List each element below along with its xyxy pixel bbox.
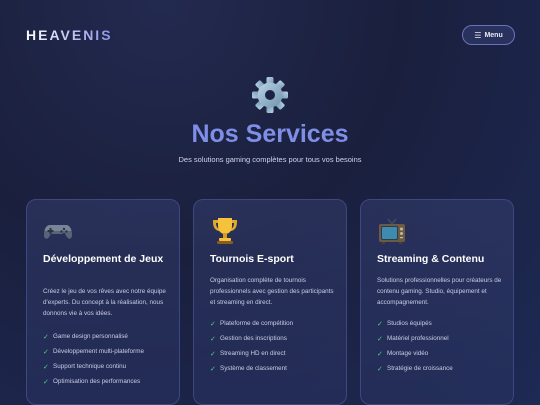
card-description: Créez le jeu de vos rêves avec notre équ… [43,288,166,317]
feature-item: ✓ Studios équipés [377,316,507,331]
feature-label: Support technique continu [53,363,127,370]
feature-item: ✓ Montage vidéo [377,346,507,361]
page-subtitle: Des solutions gaming complètes pour tous… [178,155,362,164]
check-icon: ✓ [43,348,49,356]
feature-label: Plateforme de compétition [220,320,294,327]
feature-item: ✓ Plateforme de compétition [210,316,340,331]
card-title: Streaming & Contenu [377,253,485,265]
trophy-icon [210,216,240,246]
feature-item: ✓ Stratégie de croissance [377,361,507,376]
feature-item: ✓ Optimisation des performances [43,374,173,389]
feature-list: ✓ Game design personnalisé ✓ Développement… [43,329,173,389]
card-title: Tournois E-sport [210,253,294,265]
feature-label: Système de classement [220,365,287,372]
check-icon: ✓ [377,350,383,358]
service-card-game-dev[interactable]: Développement de Jeux Créez le jeu de vo… [26,199,180,405]
page-title: Nos Services [191,120,349,148]
feature-item: ✓ Développement multi-plateforme [43,344,173,359]
feature-label: Optimisation des performances [53,378,141,385]
logo[interactable]: HEAVENIS [26,27,113,43]
feature-label: Gestion des inscriptions [220,335,287,342]
feature-label: Streaming HD en direct [220,350,286,357]
menu-button-label: Menu [484,31,503,39]
gear-icon [249,74,291,116]
feature-label: Studios équipés [387,320,432,327]
check-icon: ✓ [377,365,383,373]
feature-item: ✓ Matériel professionnel [377,331,507,346]
check-icon: ✓ [210,335,216,343]
check-icon: ✓ [43,378,49,386]
tv-icon [377,216,407,246]
check-icon: ✓ [377,320,383,328]
feature-item: ✓ Game design personnalisé [43,329,173,344]
feature-item: ✓ Système de classement [210,361,340,376]
check-icon: ✓ [210,365,216,373]
feature-label: Game design personnalisé [53,333,128,340]
feature-label: Matériel professionnel [387,335,449,342]
check-icon: ✓ [210,320,216,328]
gamepad-icon [43,216,73,246]
check-icon: ✓ [377,335,383,343]
feature-label: Montage vidéo [387,350,429,357]
service-card-esport[interactable]: Tournois E-sport Organisation complète d… [193,199,347,405]
feature-label: Développement multi-plateforme [53,348,144,355]
menu-button[interactable]: ☰ Menu [462,25,515,45]
feature-label: Stratégie de croissance [387,365,453,372]
card-description: Organisation complète de tournois profes… [210,277,334,306]
check-icon: ✓ [43,333,49,341]
card-title: Développement de Jeux [43,253,164,265]
check-icon: ✓ [210,350,216,358]
top-bar: HEAVENIS ☰ Menu [0,0,540,70]
service-card-streaming[interactable]: Streaming & Contenu Solutions profession… [360,199,514,405]
feature-item: ✓ Gestion des inscriptions [210,331,340,346]
feature-list: ✓ Studios équipés ✓ Matériel professionnel… [377,316,507,376]
card-description: Solutions professionnelles pour créateur… [377,277,502,306]
feature-item: ✓ Support technique continu [43,359,173,374]
feature-list: ✓ Plateforme de compétition ✓ Gestion des … [210,316,340,376]
hamburger-icon: ☰ [474,30,482,40]
feature-item: ✓ Streaming HD en direct [210,346,340,361]
check-icon: ✓ [43,363,49,371]
